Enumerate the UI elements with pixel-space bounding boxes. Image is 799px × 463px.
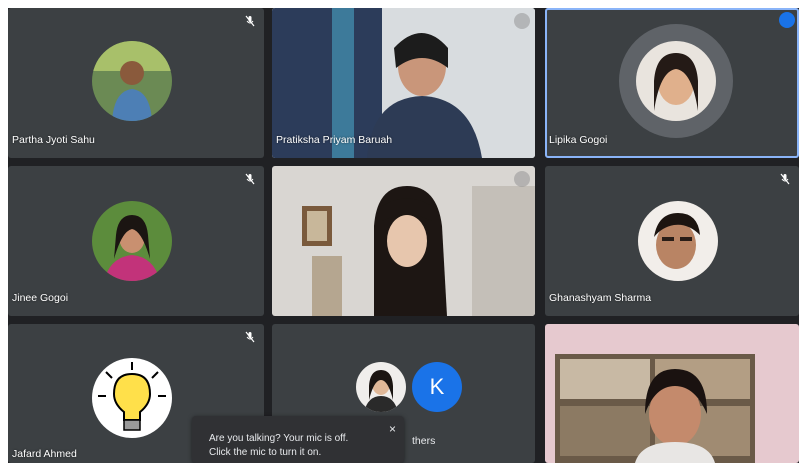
avatar-letter-k: K bbox=[412, 362, 462, 412]
participant-tile-partha[interactable]: Partha Jyoti Sahu bbox=[8, 8, 264, 158]
participant-name: Lipika Gogoi bbox=[549, 134, 608, 146]
participant-tile-jinee[interactable]: Jinee Gogoi bbox=[8, 166, 264, 316]
video-feed bbox=[272, 166, 535, 316]
participant-name: Pratiksha Priyam Baruah bbox=[276, 134, 393, 146]
others-label: thers bbox=[412, 435, 436, 447]
avatar-lipika bbox=[636, 41, 716, 121]
avatar-other bbox=[356, 362, 406, 412]
participant-name: Jafard Ahmed bbox=[12, 448, 77, 460]
mic-off-toast: Are you talking? Your mic is off. Click … bbox=[192, 416, 404, 463]
close-icon[interactable]: × bbox=[389, 422, 396, 436]
participant-name: Partha Jyoti Sahu bbox=[12, 134, 95, 146]
mic-off-icon bbox=[514, 171, 530, 187]
participant-name: Jinee Gogoi bbox=[12, 292, 69, 304]
mic-off-icon bbox=[514, 13, 530, 29]
toast-line-1: Are you talking? Your mic is off. bbox=[209, 433, 349, 444]
avatar-ghanashyam bbox=[638, 201, 718, 281]
video-feed bbox=[545, 324, 799, 463]
toast-line-2: Click the mic to turn it on. bbox=[209, 447, 322, 458]
avatar-jafard bbox=[92, 358, 172, 438]
lightbulb-icon bbox=[92, 358, 172, 438]
speaking-indicator-icon bbox=[779, 12, 795, 28]
meeting-grid: Partha Jyoti Sahu Pratiksha Priyam Barua… bbox=[8, 8, 799, 463]
participant-tile-ghanashyam[interactable]: Ghanashyam Sharma bbox=[545, 166, 799, 316]
mic-off-icon bbox=[244, 330, 256, 343]
mic-off-icon bbox=[244, 14, 256, 27]
avatar-partha bbox=[92, 41, 172, 121]
participant-tile-video-center[interactable] bbox=[272, 166, 535, 316]
participant-tile-lipika[interactable]: Lipika Gogoi bbox=[545, 8, 799, 158]
mic-off-icon bbox=[779, 172, 791, 185]
participant-tile-pratiksha[interactable]: Pratiksha Priyam Baruah bbox=[272, 8, 535, 158]
avatar-jinee bbox=[92, 201, 172, 281]
mic-off-icon bbox=[244, 172, 256, 185]
participant-name: Ghanashyam Sharma bbox=[549, 292, 652, 304]
participant-tile-video-bottom-right[interactable] bbox=[545, 324, 799, 463]
